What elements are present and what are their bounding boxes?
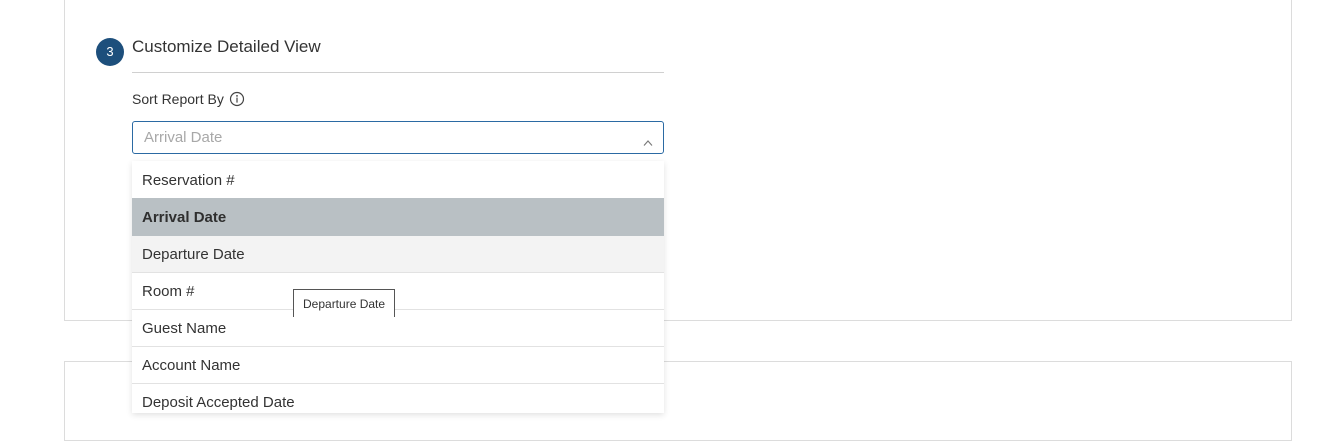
select-current-value: Arrival Date xyxy=(144,129,223,146)
step-number-badge: 3 xyxy=(96,38,124,66)
sort-options-dropdown: Reservation # Arrival Date Departure Dat… xyxy=(132,161,664,413)
option-arrival-date[interactable]: Arrival Date xyxy=(132,198,664,236)
option-guest-name[interactable]: Guest Name xyxy=(132,310,664,347)
option-departure-date[interactable]: Departure Date xyxy=(132,236,664,273)
info-icon[interactable] xyxy=(229,91,245,107)
sort-field-label-row: Sort Report By xyxy=(132,91,245,107)
option-deposit-accepted-date[interactable]: Deposit Accepted Date xyxy=(132,384,664,413)
option-account-name[interactable]: Account Name xyxy=(132,347,664,384)
section-title: Customize Detailed View xyxy=(132,37,321,56)
section-divider xyxy=(132,72,664,73)
option-reservation-number[interactable]: Reservation # xyxy=(132,161,664,198)
sort-report-select[interactable]: Arrival Date xyxy=(132,121,664,154)
chevron-up-icon[interactable] xyxy=(643,134,653,146)
sort-field-label: Sort Report By xyxy=(132,91,224,107)
option-tooltip: Departure Date xyxy=(293,289,396,317)
option-room-number[interactable]: Room # xyxy=(132,273,664,310)
